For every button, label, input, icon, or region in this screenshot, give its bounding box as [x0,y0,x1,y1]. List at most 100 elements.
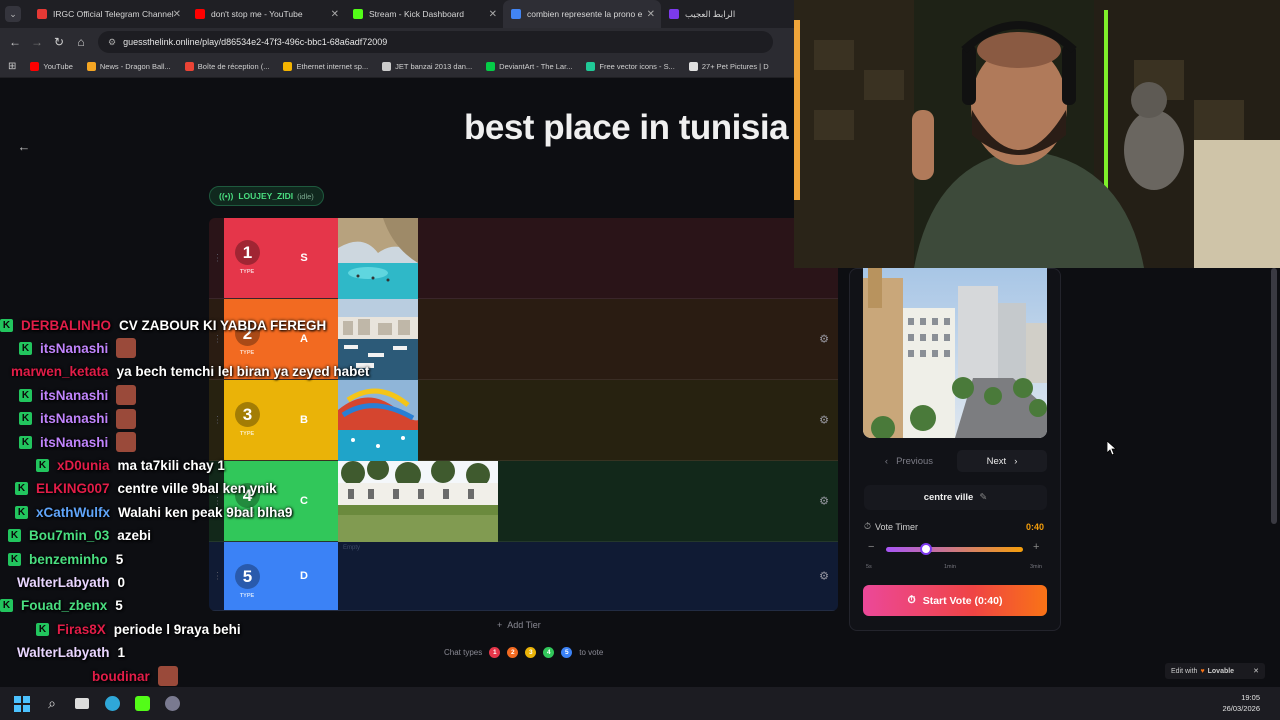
chat-username: WalterLabyath [17,574,110,590]
back-button[interactable]: ← [14,137,34,157]
reload-icon[interactable]: ↻ [48,35,70,49]
emote-icon [116,432,137,452]
chat-text: centre ville 9bal ken ynik [117,481,277,497]
chat-message: boudinar [92,665,178,687]
browser-tab[interactable]: don't stop me - YouTube ✕ [187,0,345,28]
emote-icon [116,408,137,429]
emote-icon [116,385,137,406]
bookmark-item[interactable]: DeviantArt - The Lar... [486,62,572,71]
slider-knob[interactable] [919,543,932,555]
kick-badge-icon: K [19,435,32,449]
home-icon[interactable]: ⌂ [70,35,92,49]
search-icon[interactable]: ⌕ [42,694,62,714]
gear-icon[interactable]: ⚙ [819,495,829,508]
bookmark-label: Ethernet internet sp... [296,62,369,71]
gear-icon[interactable]: ⚙ [819,570,829,583]
bookmark-item[interactable]: 27+ Pet Pictures | D [688,62,769,71]
page-scrollbar[interactable] [1271,268,1277,524]
previous-button[interactable]: ‹ Previous [864,450,954,472]
tab-close-icon[interactable]: ✕ [173,9,181,20]
windows-start-icon[interactable] [12,694,32,714]
tab-close-icon[interactable]: ✕ [331,9,339,20]
stopwatch-icon: ⏱ [864,521,872,531]
chat-username: ELKING007 [36,481,110,497]
browser-tab[interactable]: الرابط العجيب [661,0,781,28]
next-label: Next [986,455,1007,467]
tab-title: don't stop me - YouTube [211,9,303,19]
gear-icon[interactable]: ⚙ [819,333,829,346]
kick-badge-icon: K [0,318,13,332]
chat-text: periode l 9raya behi [113,621,241,637]
kick-badge-icon: K [19,388,32,402]
bookmark-item[interactable]: Ethernet internet sp... [283,62,368,71]
pencil-icon[interactable]: ✎ [979,492,987,503]
bookmark-item[interactable]: Free vector icons - S... [586,62,675,71]
start-vote-label: Start Vote (0:40) [922,594,1003,607]
timer-icon: ⏱ [907,594,916,606]
chat-types-label: Chat types [444,648,483,657]
tab-close-icon[interactable]: ✕ [647,9,655,20]
current-item-photo [863,268,1047,438]
stream-chat-overlay: K DERBALINHO CV ZABOUR KI YABDA FEREGH Kits… [0,314,400,720]
vote-timer-slider[interactable]: − + [866,541,1046,556]
bookmark-label: DeviantArt - The Lar... [499,62,573,71]
tier-row[interactable]: ⋮⋮ 1 TYPE S [209,218,838,299]
bookmark-item[interactable]: JET banzai 2013 dan... [382,62,472,71]
browser-tab[interactable]: IRGC Official Telegram Channel ✕ [29,0,187,28]
tab-title: الرابط العجيب [685,8,736,19]
kick-badge-icon: K [8,529,21,543]
chat-message: WalterLabyath 0 [17,571,125,593]
app-icon[interactable] [162,694,182,714]
next-button[interactable]: Next › [957,450,1047,472]
browser-icon[interactable] [102,694,122,714]
chat-username: Bou7min_03 [29,528,110,544]
file-explorer-icon[interactable] [72,694,92,714]
tier-letter[interactable]: S [270,218,338,298]
chat-username: itsNanashi [40,434,109,450]
item-name-field[interactable]: centre ville ✎ [864,485,1047,510]
host-username: LOUJEY_ZIDI [238,191,294,201]
kick-badge-icon: K [15,482,28,496]
address-bar[interactable]: ⚙ guessthelink.online/play/d86534e2-47f3… [98,31,773,53]
host-status-pill: ((•)) LOUJEY_ZIDI (idle) [209,186,324,206]
tab-close-icon[interactable]: ✕ [489,9,497,20]
lovable-brand: Lovable [1207,667,1235,675]
site-info-icon[interactable]: ⚙ [108,37,116,48]
browser-tab[interactable]: Stream - Kick Dashboard ✕ [345,0,503,28]
chat-message: K DERBALINHO CV ZABOUR KI YABDA FEREGH [0,314,326,336]
back-arrow-icon[interactable]: ← [4,35,26,49]
start-vote-button[interactable]: ⏱ Start Vote (0:40) [863,585,1047,616]
chat-text: 1 [117,645,126,661]
add-tier-button[interactable]: + Add Tier [497,620,541,630]
kick-badge-icon: K [19,412,32,426]
chat-type-dot: 1 [489,647,501,658]
forward-arrow-icon[interactable]: → [26,35,48,49]
chat-username: xD0unia [57,457,110,473]
chat-username: benzeminho [29,551,108,567]
chat-username: Fouad_zbenx [21,598,108,614]
minus-icon[interactable]: − [868,541,874,553]
tier-item-image[interactable] [338,218,418,299]
gear-icon[interactable]: ⚙ [819,414,829,427]
kick-app-icon[interactable] [132,694,152,714]
bookmark-favicon-icon [184,62,194,71]
close-icon[interactable]: ✕ [1253,667,1259,675]
url-text: guessthelink.online/play/d86534e2-47f3-4… [123,37,388,47]
plus-icon[interactable]: + [1033,541,1039,553]
broadcast-icon: ((•)) [219,191,234,201]
chat-message: K Bou7min_03 azebi [8,525,151,547]
tab-favicon-icon [511,9,521,19]
lovable-badge[interactable]: Edit with ♥ Lovable ✕ [1165,663,1265,679]
tab-search-icon[interactable]: ⌄ [5,6,21,22]
apps-grid-icon[interactable]: ⊞ [8,61,16,72]
browser-tab[interactable]: combien represente la prono e ✕ [503,0,661,28]
bookmark-item[interactable]: YouTube [30,62,73,71]
bookmark-item[interactable]: Boîte de réception (... [184,62,269,71]
bookmark-item[interactable]: News - Dragon Ball... [86,62,171,71]
bookmark-label: 27+ Pet Pictures | D [701,62,769,71]
chat-text: CV ZABOUR KI YABDA FEREGH [119,317,327,333]
clock-date: 26/03/2026 [1222,704,1260,713]
vote-timer-heading: ⏱ Vote Timer [864,521,918,532]
slider-track[interactable] [886,547,1023,552]
browser-toolbar: ← → ↻ ⌂ ⚙ guessthelink.online/play/d8653… [0,28,795,56]
